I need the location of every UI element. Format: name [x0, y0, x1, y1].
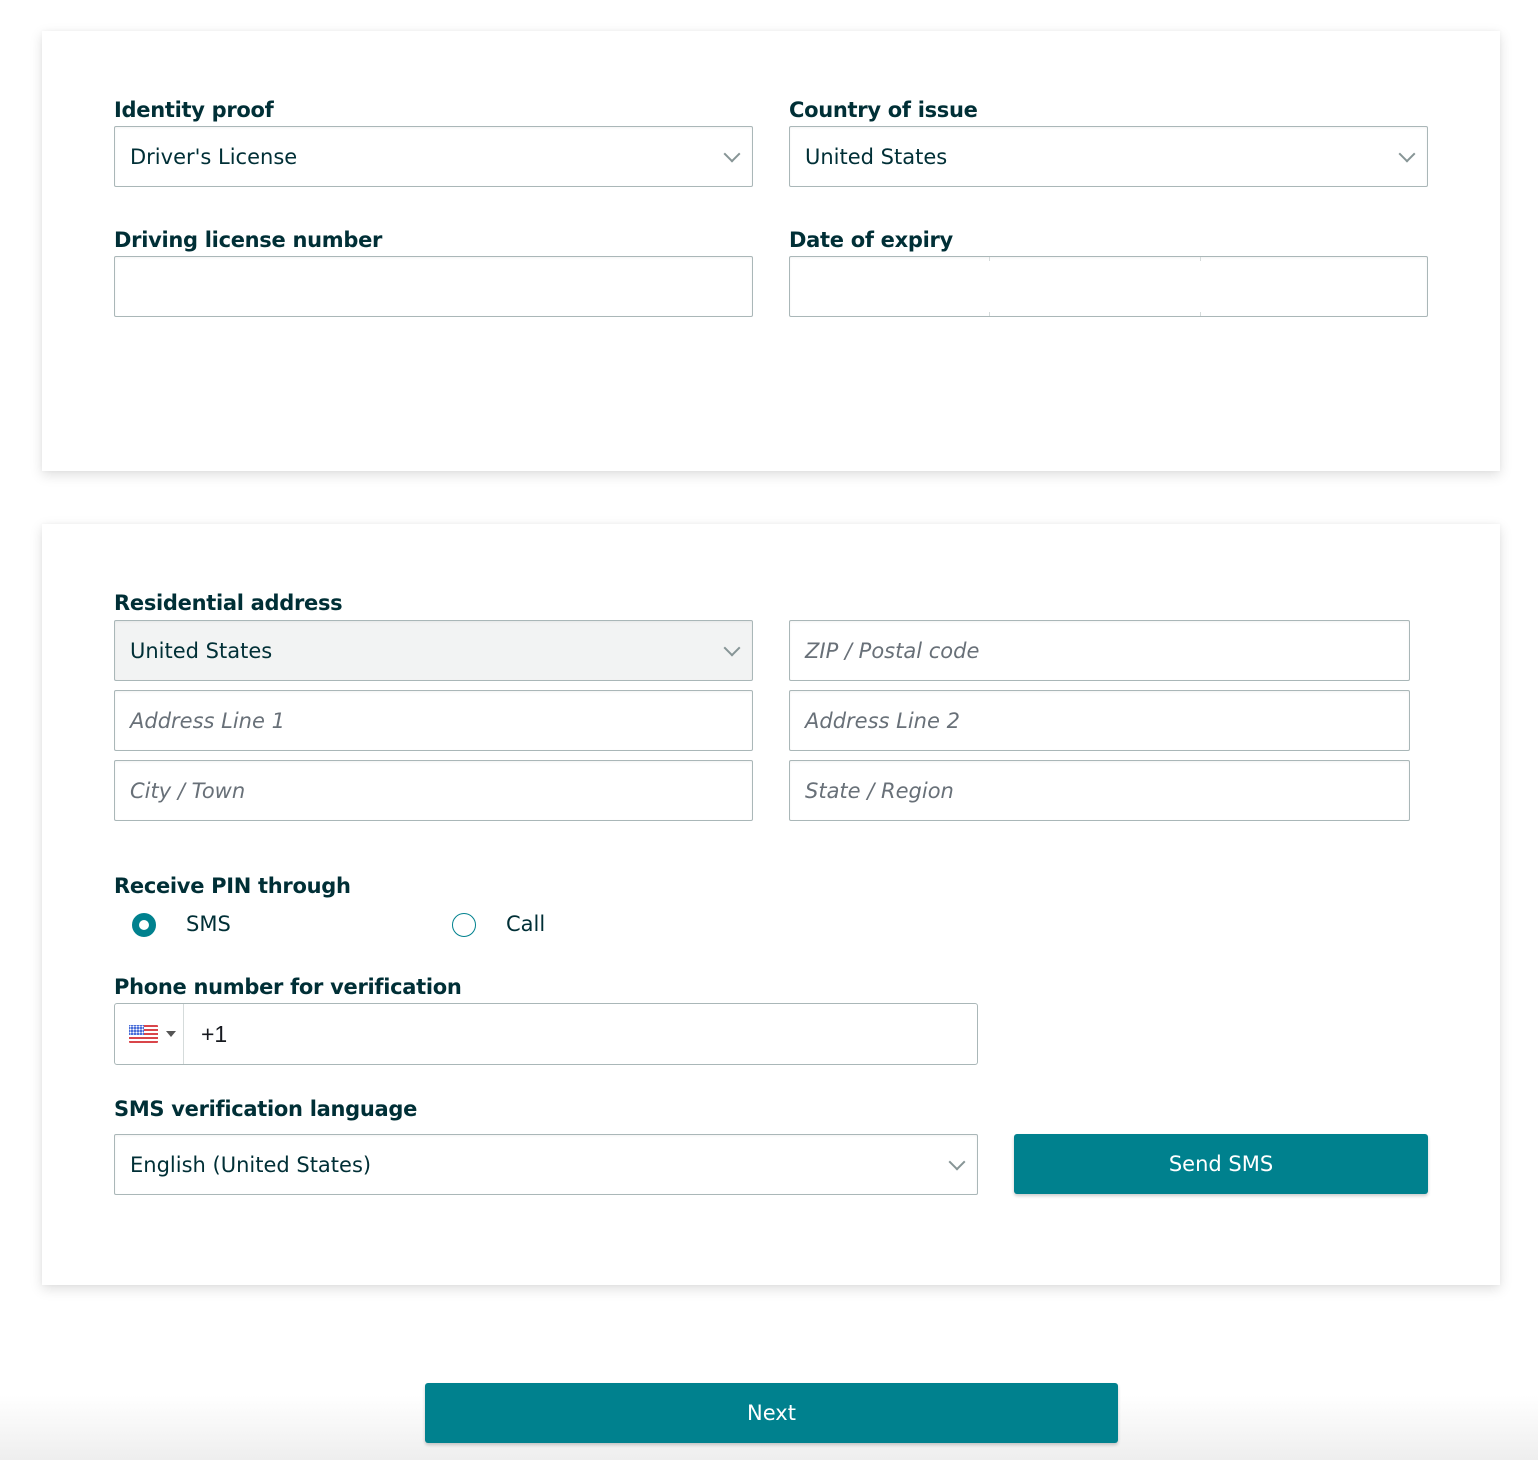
address-country-select[interactable]: United States — [114, 620, 753, 681]
country-of-issue-label: Country of issue — [789, 98, 978, 122]
identity-proof-label: Identity proof — [114, 98, 274, 122]
phone-number-input[interactable]: +1 — [184, 1004, 977, 1064]
address-line1-input[interactable]: Address Line 1 — [114, 690, 753, 751]
state-input[interactable]: State / Region — [789, 760, 1410, 821]
country-of-issue-select[interactable]: United States — [789, 126, 1428, 187]
address-line1-placeholder: Address Line 1 — [130, 708, 285, 733]
chevron-down-icon — [723, 145, 741, 162]
caret-down-icon — [166, 1031, 176, 1037]
send-sms-button[interactable]: Send SMS — [1014, 1134, 1428, 1194]
chevron-down-icon — [1398, 145, 1416, 162]
identity-proof-select[interactable]: Driver's License — [114, 126, 753, 187]
state-placeholder: State / Region — [805, 778, 954, 803]
phone-number-label: Phone number for verification — [114, 975, 462, 999]
call-radio-label[interactable]: Call — [506, 912, 545, 936]
city-placeholder: City / Town — [130, 778, 246, 803]
expiry-year-input[interactable] — [1201, 257, 1427, 316]
date-of-expiry-label: Date of expiry — [789, 228, 953, 252]
date-of-expiry-group — [789, 256, 1428, 317]
expiry-month-input[interactable] — [990, 257, 1200, 316]
us-flag-icon — [129, 1025, 158, 1043]
country-of-issue-value: United States — [805, 144, 948, 169]
country-code-dropdown[interactable] — [115, 1004, 184, 1064]
identity-card: Identity proof Driver's License Country … — [42, 31, 1500, 471]
phone-number-field: +1 — [114, 1003, 978, 1065]
residential-address-label: Residential address — [114, 591, 343, 615]
city-input[interactable]: City / Town — [114, 760, 753, 821]
chevron-down-icon — [948, 1153, 966, 1170]
sms-language-label: SMS verification language — [114, 1097, 418, 1121]
address-line2-placeholder: Address Line 2 — [805, 708, 960, 733]
sms-radio[interactable] — [132, 913, 156, 937]
sms-radio-label[interactable]: SMS — [186, 912, 231, 936]
chevron-down-icon — [723, 639, 741, 656]
license-number-label: Driving license number — [114, 228, 383, 252]
next-button[interactable]: Next — [425, 1383, 1118, 1443]
expiry-day-input[interactable] — [790, 257, 989, 316]
address-verification-card: Residential address United States ZIP / … — [42, 524, 1500, 1285]
address-country-value: United States — [130, 638, 273, 663]
license-number-input[interactable] — [114, 256, 753, 317]
address-line2-input[interactable]: Address Line 2 — [789, 690, 1410, 751]
phone-number-value: +1 — [201, 1020, 228, 1047]
sms-language-value: English (United States) — [130, 1152, 372, 1177]
identity-proof-value: Driver's License — [130, 144, 298, 169]
receive-pin-label: Receive PIN through — [114, 874, 351, 898]
zip-input[interactable]: ZIP / Postal code — [789, 620, 1410, 681]
sms-language-select[interactable]: English (United States) — [114, 1134, 978, 1195]
call-radio[interactable] — [452, 913, 476, 937]
zip-placeholder: ZIP / Postal code — [805, 638, 980, 663]
